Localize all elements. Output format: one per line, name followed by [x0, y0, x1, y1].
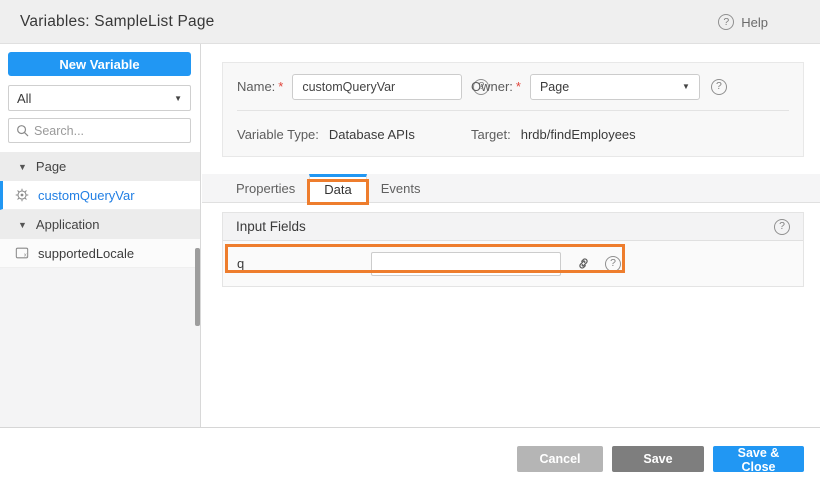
tree-item-label: supportedLocale [38, 246, 134, 261]
save-button[interactable]: Save [612, 446, 704, 472]
field-name-label: q [237, 256, 371, 271]
input-field-row-q: q ? [223, 241, 803, 286]
tab-events[interactable]: Events [367, 174, 435, 202]
save-and-close-button[interactable]: Save & Close [713, 446, 804, 472]
field-q-value-input[interactable] [371, 252, 561, 276]
tree-item-supportedlocale[interactable]: x supportedLocale [0, 239, 200, 268]
name-owner-row: Name: * ? Owner: * Page ▼ ? [223, 63, 803, 110]
tree-group-application[interactable]: ▼ Application [0, 210, 200, 239]
locale-variable-icon: x [15, 246, 29, 260]
filter-selected-value: All [17, 91, 31, 106]
detail-tabbar: Properties Data Events [202, 174, 820, 203]
help-link[interactable]: ? Help [718, 0, 768, 44]
tree-item-label: customQueryVar [38, 188, 135, 203]
variable-sidebar: New Variable All ▼ ▼ Page customQueryVar [0, 44, 201, 427]
target-value: hrdb/findEmployees [521, 127, 636, 142]
tree-group-label: Page [36, 159, 66, 174]
variable-type-label: Variable Type: [237, 127, 319, 142]
footer-actions: Cancel Save Save & Close [0, 429, 820, 489]
svg-text:x: x [24, 252, 27, 258]
input-fields-title: Input Fields [236, 219, 306, 234]
sidebar-empty-area [0, 268, 200, 427]
tab-data[interactable]: Data [309, 174, 366, 202]
help-label: Help [741, 15, 768, 30]
owner-help-icon[interactable]: ? [711, 79, 727, 95]
required-marker: * [516, 79, 521, 94]
chevron-down-icon: ▼ [682, 82, 690, 91]
type-target-row: Variable Type: Database APIs Target: hrd… [223, 111, 803, 158]
help-icon: ? [718, 14, 734, 30]
tree-group-label: Application [36, 217, 100, 232]
variable-tree: ▼ Page customQueryVar ▼ Application x su… [0, 152, 200, 268]
input-fields-body: q ? [223, 241, 803, 286]
workspace: New Variable All ▼ ▼ Page customQueryVar [0, 44, 820, 428]
variable-detail-panel: Name: * ? Owner: * Page ▼ ? [202, 44, 820, 427]
collapse-triangle-icon[interactable]: ▼ [18, 162, 27, 172]
target-label: Target: [471, 127, 511, 142]
sidebar-scrollbar[interactable] [195, 248, 200, 326]
name-label: Name: [237, 79, 275, 94]
tree-group-page[interactable]: ▼ Page [0, 152, 200, 181]
search-icon [16, 124, 29, 137]
variable-name-input[interactable] [292, 74, 462, 100]
collapse-triangle-icon[interactable]: ▼ [18, 220, 27, 230]
title-bar: Variables: SampleList Page [0, 0, 820, 44]
owner-selected-value: Page [540, 80, 569, 94]
new-variable-button[interactable]: New Variable [8, 52, 191, 76]
variable-summary-panel: Name: * ? Owner: * Page ▼ ? [222, 62, 804, 157]
field-help-icon[interactable]: ? [605, 256, 621, 272]
service-variable-icon [15, 188, 29, 202]
owner-label: Owner: [471, 79, 513, 94]
tree-item-customqueryvar[interactable]: customQueryVar [0, 181, 200, 210]
input-fields-header: Input Fields ? [223, 213, 803, 241]
required-marker: * [278, 79, 283, 94]
tab-properties[interactable]: Properties [222, 174, 309, 202]
cancel-button[interactable]: Cancel [517, 446, 603, 472]
chevron-down-icon: ▼ [174, 94, 182, 103]
input-fields-help-icon[interactable]: ? [774, 219, 790, 235]
owner-select[interactable]: Page ▼ [530, 74, 700, 100]
input-fields-section: Input Fields ? q ? [222, 212, 804, 287]
variable-filter-select[interactable]: All ▼ [8, 85, 191, 111]
variable-search-box[interactable] [8, 118, 191, 143]
tab-data-label: Data [324, 182, 351, 197]
bind-link-icon[interactable] [574, 255, 592, 273]
search-input[interactable] [34, 124, 195, 138]
page-title: Variables: SampleList Page [0, 13, 214, 31]
variable-type-value: Database APIs [329, 127, 415, 142]
